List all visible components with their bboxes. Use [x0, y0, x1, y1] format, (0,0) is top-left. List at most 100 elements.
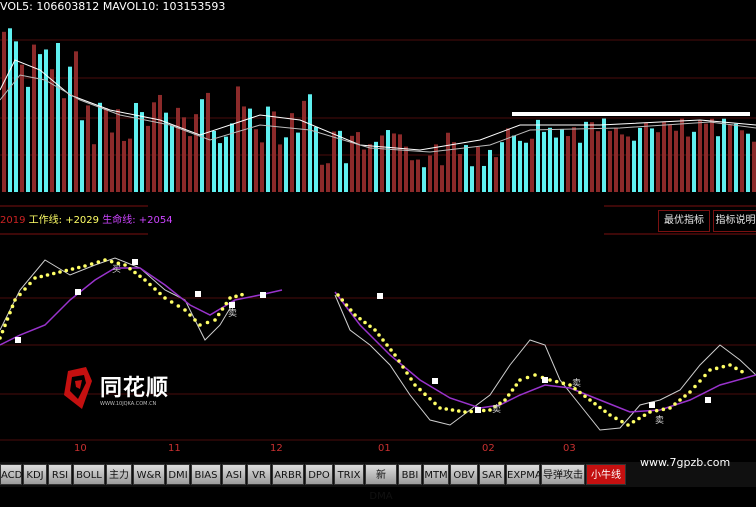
- work-line-dot: [213, 318, 217, 322]
- tab-9[interactable]: VR: [247, 464, 271, 485]
- work-line-dot: [216, 312, 221, 317]
- logo-name: 同花顺: [100, 376, 170, 401]
- tab-8[interactable]: ASI: [222, 464, 246, 485]
- work-line-dot: [240, 292, 244, 297]
- life-line-value: 生命线: +2054: [102, 215, 173, 226]
- occluder: [148, 205, 604, 295]
- work-line-dot: [734, 366, 738, 371]
- signal-label: 买: [112, 264, 121, 275]
- work-line-dot: [583, 394, 587, 399]
- tab-17[interactable]: SAR: [479, 464, 505, 485]
- work-line-dot: [163, 296, 167, 300]
- work-line-dot: [83, 264, 87, 268]
- tab-19[interactable]: 导弹攻击: [541, 464, 585, 485]
- work-line-dot: [548, 378, 552, 382]
- work-line-dot: [588, 398, 592, 402]
- work-line-dot: [401, 365, 405, 369]
- work-line-dot: [728, 363, 732, 367]
- work-line-dot: [693, 384, 697, 389]
- work-line-dot: [143, 278, 147, 282]
- tab-5[interactable]: W&R: [133, 464, 165, 485]
- work-line-dot: [377, 333, 381, 337]
- tab-7[interactable]: BIAS: [191, 464, 221, 485]
- work-line-dot: [428, 397, 432, 401]
- signal-marker: [377, 293, 383, 299]
- work-line-dot: [96, 260, 101, 264]
- work-line-dot: [444, 407, 449, 411]
- work-line-dot: [698, 379, 702, 383]
- work-line-dot: [123, 263, 127, 267]
- work-line-dot: [385, 343, 389, 347]
- tab-16[interactable]: OBV: [450, 464, 478, 485]
- signal-marker: [260, 292, 266, 298]
- signal-marker: [649, 402, 655, 408]
- tab-18[interactable]: EXPMA: [506, 464, 542, 485]
- work-line-dot: [561, 381, 566, 386]
- work-line-dot: [198, 323, 202, 327]
- work-line-dot: [598, 405, 602, 410]
- work-line-dot: [33, 276, 37, 280]
- tab-10[interactable]: ARBR: [272, 464, 304, 485]
- work-line-dot: [433, 401, 437, 406]
- work-line-dot: [158, 291, 162, 296]
- tab-6[interactable]: DMI: [166, 464, 190, 485]
- work-line-dot: [683, 394, 687, 398]
- tab-11[interactable]: DPO: [305, 464, 333, 485]
- work-line-dot: [8, 310, 12, 315]
- indicator-legend: 2019 工作线: +2029 生命线: +2054: [0, 211, 173, 226]
- signal-marker: [75, 289, 81, 295]
- work-line-dot: [481, 408, 486, 413]
- work-line-value: 工作线: +2029: [28, 215, 100, 226]
- site-watermark: www.7gpzb.com: [640, 456, 731, 469]
- tab-2[interactable]: RSI: [48, 464, 72, 485]
- work-line-dot: [373, 328, 377, 332]
- vol5-value: VOL5: 106603812: [0, 0, 100, 13]
- volume-legend: VOL5: 106603812 MAVOL10: 103153593: [0, 0, 225, 13]
- work-line-dot: [138, 274, 142, 279]
- work-line-dot: [10, 304, 15, 309]
- work-line-dot: [620, 419, 624, 424]
- work-line-dot: [418, 387, 422, 392]
- signal-label: 卖: [655, 415, 664, 426]
- work-line-dot: [740, 369, 744, 374]
- work-line-dot: [614, 416, 618, 421]
- x-label-03: 03: [563, 443, 576, 454]
- tab-12[interactable]: TRIX: [334, 464, 364, 485]
- tab-14[interactable]: BBI: [398, 464, 422, 485]
- tab-4[interactable]: 主力: [106, 464, 132, 485]
- tab-0[interactable]: ACD: [0, 464, 22, 485]
- tab-13[interactable]: 新DMA: [365, 464, 397, 502]
- work-line-dot: [353, 313, 357, 317]
- tab-1[interactable]: KDJ: [23, 464, 47, 485]
- tab-15[interactable]: MTM: [423, 464, 449, 485]
- work-line-dot: [503, 398, 507, 402]
- work-line-dot: [673, 402, 677, 406]
- work-line-dot: [463, 410, 467, 414]
- work-line-dot: [358, 316, 362, 321]
- work-line-dot: [393, 353, 397, 357]
- tab-3[interactable]: BOLL: [73, 464, 105, 485]
- work-line-dot: [58, 270, 62, 274]
- work-line-dot: [721, 364, 726, 369]
- logo-url: WWW.10JQKA.COM.CN: [100, 401, 157, 407]
- work-line-dot: [708, 368, 712, 372]
- x-label-12: 12: [270, 443, 283, 454]
- work-line-dot: [603, 409, 607, 414]
- work-line-dot: [23, 287, 27, 291]
- optimize-indicator-button[interactable]: 最优指标: [658, 210, 710, 232]
- work-line-dot: [13, 298, 17, 302]
- work-line-dot: [438, 406, 442, 410]
- signal-label: 卖: [572, 378, 581, 389]
- indicator-explain-button[interactable]: 指标说明: [713, 210, 756, 232]
- work-line-dot: [51, 271, 56, 276]
- work-line-dot: [648, 410, 652, 414]
- work-line-dot: [518, 378, 522, 382]
- work-line-dot: [637, 416, 641, 421]
- work-line-dot: [5, 317, 10, 321]
- work-line-dot: [18, 292, 22, 297]
- work-line-dot: [183, 308, 187, 312]
- tab-20[interactable]: 小牛线: [586, 464, 626, 485]
- work-line-dot: [661, 407, 666, 412]
- work-line-dot: [76, 265, 81, 270]
- x-label-01: 01: [378, 443, 391, 454]
